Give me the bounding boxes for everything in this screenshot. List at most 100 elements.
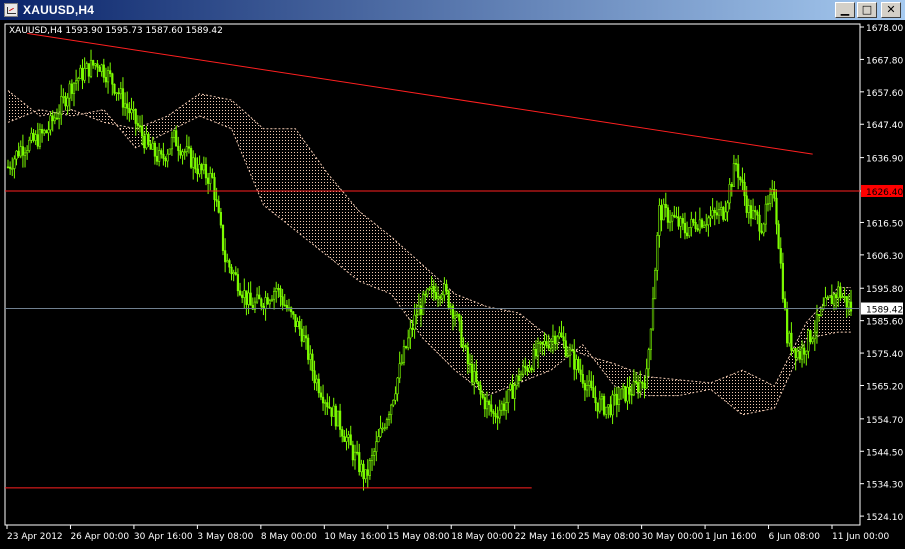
- candle-body: [368, 460, 371, 476]
- candle-body: [807, 330, 810, 352]
- candle-body: [366, 469, 369, 476]
- candle-body: [492, 411, 495, 414]
- candle-body: [675, 216, 678, 219]
- candle-body: [500, 403, 503, 411]
- candle-body: [745, 195, 748, 213]
- candle-body: [234, 272, 237, 275]
- candle-body: [796, 351, 799, 359]
- candle-body: [475, 371, 478, 382]
- candle-body: [134, 108, 137, 124]
- chart-app-icon[interactable]: [4, 3, 18, 17]
- candle-body: [200, 164, 203, 171]
- candle-body: [85, 63, 88, 69]
- candle-body: [547, 345, 550, 349]
- candle-body: [409, 327, 412, 339]
- candle-body: [62, 96, 65, 98]
- candle-body: [764, 203, 767, 225]
- minimize-button[interactable]: ▁: [835, 2, 855, 18]
- candle-body: [432, 286, 435, 293]
- close-button[interactable]: ✕: [881, 2, 901, 18]
- candle-body: [766, 203, 770, 205]
- candle-body: [656, 235, 659, 271]
- candle-body: [786, 308, 789, 344]
- maximize-button[interactable]: □: [857, 2, 877, 18]
- candle-body: [468, 363, 472, 365]
- candle-body: [788, 332, 791, 344]
- candle-body: [143, 135, 146, 149]
- title-bar[interactable]: XAUUSD,H4 ▁ □ ✕: [0, 0, 905, 20]
- candle-body: [411, 327, 414, 330]
- y-tick-label: 1647.40: [866, 121, 903, 131]
- candle-body: [194, 157, 197, 170]
- cloud-span-b: [7, 109, 851, 416]
- candle-body: [794, 348, 797, 359]
- candle-body: [737, 163, 740, 178]
- y-tick-label: 1575.40: [866, 350, 903, 360]
- candle-body: [109, 70, 112, 75]
- candle-body: [777, 223, 780, 249]
- candle-body: [820, 308, 823, 316]
- candle-body: [551, 335, 555, 342]
- candle-body: [296, 321, 299, 327]
- candle-body: [311, 353, 314, 372]
- candle-body: [834, 294, 838, 299]
- level-price-label: 1626.40: [866, 188, 903, 198]
- candle-body: [434, 292, 437, 299]
- candle-body: [238, 290, 242, 296]
- candle-body: [511, 384, 514, 399]
- candle-body: [479, 385, 482, 395]
- candle-body: [681, 218, 684, 224]
- ichimoku-cloud: [8, 90, 851, 415]
- candle-body: [351, 444, 354, 461]
- candle-body: [522, 365, 525, 375]
- candle-body: [123, 103, 127, 108]
- candle-body: [662, 203, 665, 221]
- candle-body: [630, 393, 633, 396]
- candle-body: [138, 125, 142, 127]
- candle-body: [724, 211, 727, 220]
- candle-body: [89, 60, 93, 77]
- candle-body: [330, 407, 333, 417]
- candle-body: [181, 151, 184, 156]
- candle-body: [722, 207, 725, 220]
- candle-body: [775, 197, 778, 225]
- price-chart[interactable]: 1678.00 1667.80 1657.60 1647.40 1636.90 1626.…: [0, 20, 905, 549]
- candle-body: [341, 429, 344, 437]
- candle-body: [172, 130, 176, 138]
- candle-body: [530, 367, 533, 371]
- candle-body: [343, 435, 346, 442]
- candle-body: [602, 396, 606, 415]
- candle-body: [626, 387, 629, 402]
- candle-body: [637, 382, 640, 393]
- candle-body: [483, 397, 486, 410]
- candle-body: [189, 147, 193, 168]
- candle-body: [534, 348, 538, 357]
- x-tick-label: 8 May 00:00: [261, 532, 317, 542]
- candle-body: [426, 288, 429, 296]
- candle-body: [364, 469, 367, 480]
- candle-body: [302, 335, 306, 342]
- candle-body: [779, 248, 782, 264]
- candle-body: [673, 214, 676, 218]
- candle-body: [568, 349, 572, 356]
- symbol-info-label: XAUUSD,H4 1593.90 1595.73 1587.60 1589.4…: [9, 26, 223, 36]
- candle-body: [300, 328, 303, 342]
- candle-body: [553, 335, 557, 344]
- candle-body: [615, 393, 618, 405]
- candle-body: [590, 380, 593, 388]
- candle-body: [790, 332, 793, 351]
- candle-body: [19, 146, 22, 157]
- candle-body: [690, 219, 693, 228]
- candle-body: [505, 402, 508, 411]
- candle-body: [315, 378, 318, 384]
- candle-body: [277, 288, 280, 290]
- candle-body: [377, 436, 380, 443]
- window-controls: ▁ □ ✕: [835, 2, 901, 18]
- candle-body: [798, 351, 802, 360]
- candle-body: [666, 207, 670, 223]
- candle-body: [324, 402, 327, 404]
- candlestick-chart[interactable]: 1678.00 1667.80 1657.60 1647.40 1636.90 1626.…: [0, 20, 905, 549]
- candle-body: [749, 205, 753, 219]
- candle-body: [453, 315, 457, 319]
- candle-body: [532, 348, 535, 371]
